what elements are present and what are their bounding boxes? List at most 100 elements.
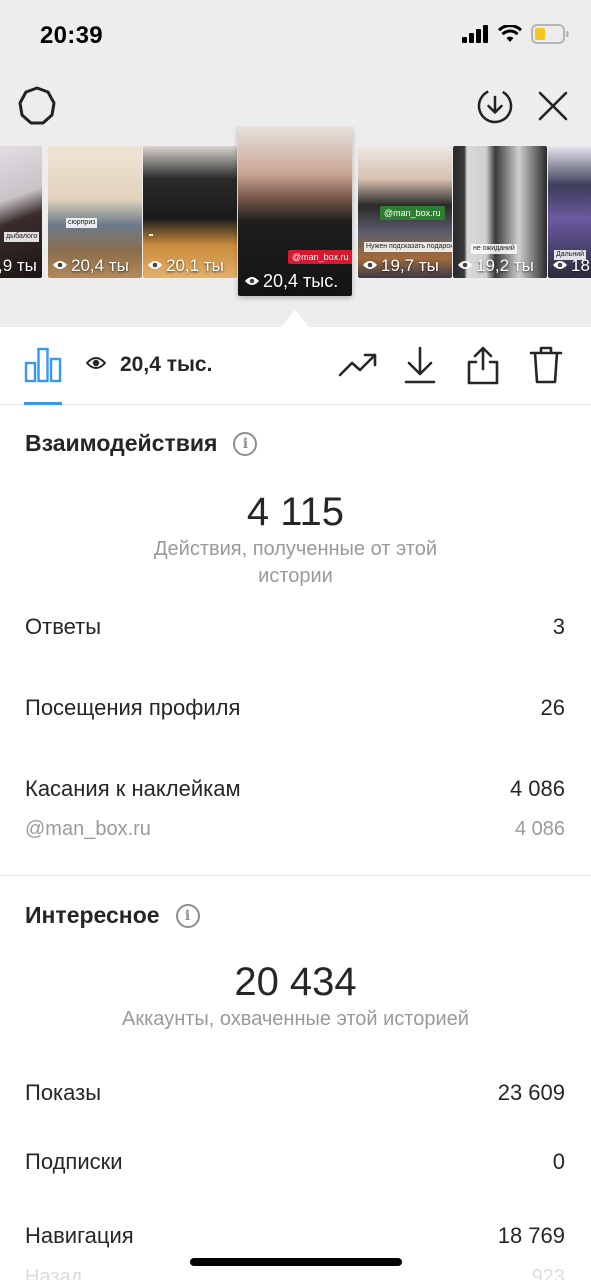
- story-views-text: 20,4 тыс.: [263, 271, 339, 291]
- promote-button[interactable]: [337, 347, 379, 387]
- metric-value: 923: [531, 1266, 565, 1280]
- selected-story-pointer: [281, 310, 309, 327]
- story-mention-tag: @man_box.ru: [288, 250, 352, 264]
- status-icons: [462, 24, 569, 49]
- metric-value: 0: [552, 1149, 565, 1174]
- eye-icon: [85, 356, 107, 375]
- metric-row-profile-visits: Посещения профиля 26: [25, 695, 565, 721]
- story-views-text: 19,7 ты: [381, 256, 439, 275]
- metric-label: Назад: [25, 1266, 83, 1280]
- interactions-caption: Действия, полученные от этой истории: [153, 538, 437, 587]
- story-views: 20,4 тыс.: [244, 271, 338, 292]
- trending-up-icon: [338, 351, 378, 384]
- status-bar: 20:39: [0, 0, 591, 72]
- delete-button[interactable]: [528, 345, 564, 390]
- metric-label: Навигация: [25, 1223, 134, 1248]
- story-thumbnail[interactable]: дыбалого ,9 ты: [0, 146, 42, 278]
- trash-icon: [529, 345, 563, 390]
- metric-label: Подписки: [25, 1149, 123, 1174]
- metric-value: 3: [552, 614, 565, 639]
- metric-label: Показы: [25, 1080, 102, 1105]
- story-views: ,9 ты: [0, 256, 37, 276]
- story-caption: дыбалого: [4, 232, 40, 242]
- story-views-text: 18: [571, 256, 590, 275]
- download-icon: [403, 346, 437, 389]
- interactions-total: 4 115: [246, 490, 345, 534]
- story-thumbnail[interactable]: не ожиданий 19,2 ты: [453, 146, 547, 278]
- battery-icon: [531, 24, 569, 49]
- section-divider: [0, 875, 591, 876]
- insights-tab[interactable]: [24, 347, 62, 387]
- metric-row-impressions: Показы 23 609: [25, 1080, 565, 1106]
- story-views: 20,1 ты: [147, 256, 224, 276]
- viewers-count-text: 20,4 тыс.: [120, 353, 213, 376]
- home-indicator[interactable]: [190, 1258, 402, 1266]
- metric-value: 23 609: [497, 1080, 565, 1105]
- eye-icon: [244, 271, 260, 292]
- metric-row-replies: Ответы 3: [25, 614, 565, 640]
- share-button[interactable]: [465, 345, 501, 390]
- story-views-text: 19,2 ты: [476, 256, 534, 275]
- settings-button[interactable]: [15, 86, 59, 130]
- wifi-icon: [497, 24, 523, 48]
- story-views: 19,7 ты: [362, 256, 439, 276]
- story-caption: Нужен подсказать подарок: [364, 242, 452, 252]
- discovery-summary: 20 434 Аккаунты, охваченные этой историе…: [0, 960, 591, 1033]
- story-views: 19,2 ты: [457, 256, 534, 276]
- metric-label: Ответы: [25, 614, 102, 639]
- eye-icon: [52, 256, 68, 276]
- discovery-header: Интересное i: [25, 902, 200, 929]
- story-caption: сюрприз: [66, 218, 98, 228]
- gear-icon: [17, 86, 57, 131]
- story-caption: [149, 234, 153, 236]
- story-archive-header: 20:39 дыбалого ,9 ты сюрприз 20,4 ты 20,…: [0, 0, 591, 327]
- metric-row-back: Назад 923: [25, 1266, 565, 1280]
- story-thumbnail[interactable]: Дальний 18: [548, 146, 591, 278]
- metric-value: 4 086: [509, 776, 565, 801]
- eye-icon: [552, 256, 568, 276]
- metric-label: Посещения профиля: [25, 695, 241, 720]
- story-thumbnail[interactable]: сюрприз 20,4 ты: [48, 146, 142, 278]
- download-button[interactable]: [402, 346, 438, 389]
- download-all-button[interactable]: [473, 86, 517, 130]
- active-tab-indicator: [24, 402, 62, 405]
- discovery-caption: Аккаунты, охваченные этой историей: [122, 1008, 469, 1030]
- cellular-signal-icon: [462, 25, 489, 48]
- section-title: Взаимодействия: [25, 430, 218, 456]
- metric-label: Касания к наклейкам: [25, 776, 241, 801]
- status-time: 20:39: [40, 22, 103, 49]
- section-title: Интересное: [25, 902, 160, 928]
- share-icon: [466, 345, 500, 390]
- metric-row-navigation: Навигация 18 769: [25, 1223, 565, 1249]
- interactions-summary: 4 115 Действия, полученные от этой истор…: [0, 490, 591, 590]
- metric-row-sticker-mention: @man_box.ru 4 086: [25, 818, 565, 841]
- discovery-total: 20 434: [234, 960, 357, 1004]
- story-views: 20,4 ты: [52, 256, 129, 276]
- download-circle-icon: [475, 86, 515, 131]
- top-controls: [0, 86, 591, 130]
- story-views-text: ,9 ты: [0, 256, 37, 275]
- story-thumbnail[interactable]: 20,1 ты: [143, 146, 237, 278]
- story-mention-tag: @man_box.ru: [380, 206, 445, 220]
- metric-row-sticker-taps: Касания к наклейкам 4 086: [25, 776, 565, 802]
- eye-icon: [147, 256, 163, 276]
- story-views-text: 20,4 ты: [71, 256, 129, 275]
- metric-value: 4 086: [514, 818, 565, 840]
- story-views: 18: [552, 256, 590, 276]
- metric-value: 26: [540, 695, 565, 720]
- story-thumbnail-strip[interactable]: дыбалого ,9 ты сюрприз 20,4 ты 20,1 ты @…: [0, 126, 591, 326]
- close-icon: [537, 90, 569, 127]
- info-icon[interactable]: i: [175, 903, 200, 928]
- eye-icon: [457, 256, 473, 276]
- metric-value: 18 769: [497, 1223, 565, 1248]
- info-icon[interactable]: i: [233, 431, 258, 456]
- story-views-text: 20,1 ты: [166, 256, 224, 275]
- viewers-count[interactable]: 20,4 тыс.: [85, 353, 213, 377]
- story-thumbnail-selected[interactable]: @man_box.ru 20,4 тыс.: [238, 126, 352, 296]
- bar-chart-icon: [24, 347, 62, 388]
- story-thumbnail[interactable]: @man_box.ru Нужен подсказать подарок 19,…: [358, 146, 452, 278]
- metric-label: @man_box.ru: [25, 818, 151, 840]
- close-button[interactable]: [531, 86, 575, 130]
- insights-toolbar: 20,4 тыс.: [0, 327, 591, 405]
- story-caption: не ожиданий: [471, 244, 517, 254]
